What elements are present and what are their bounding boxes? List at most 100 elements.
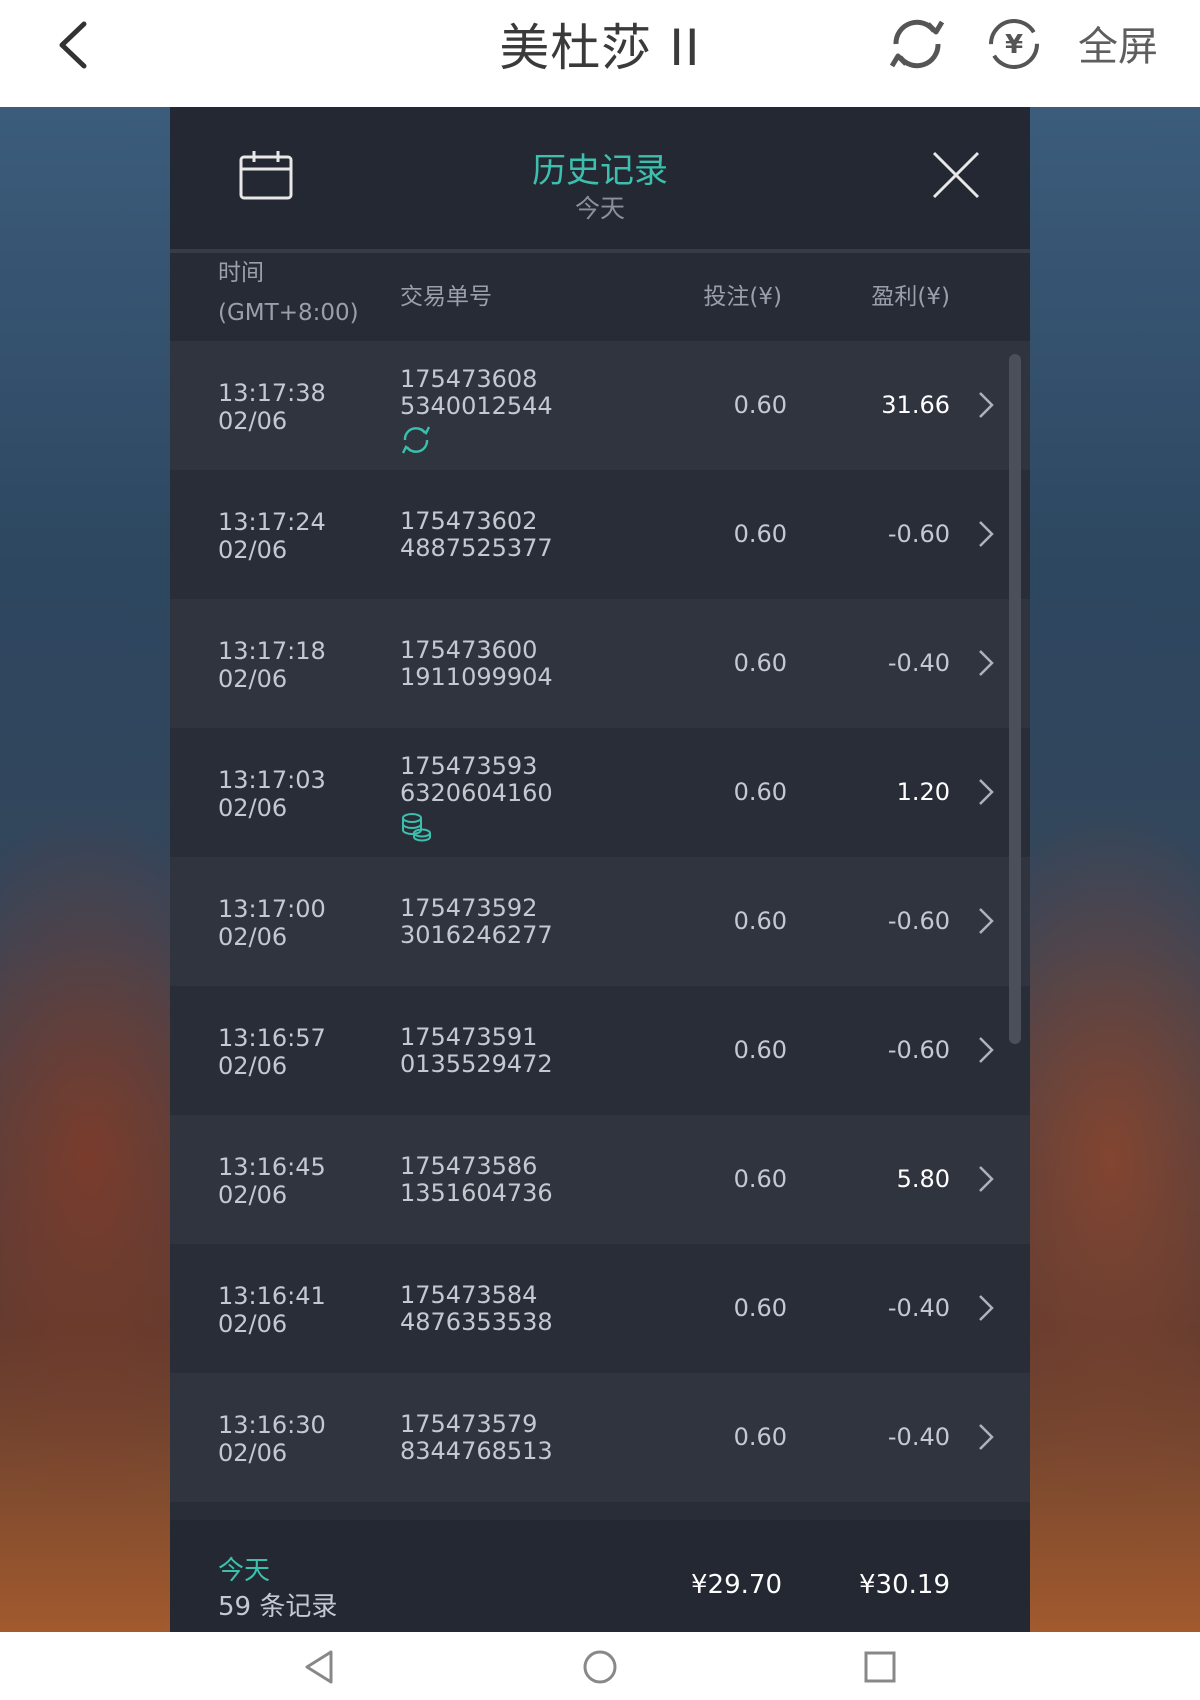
row-date: 02/06 [218, 1181, 288, 1209]
respin-icon [401, 426, 431, 454]
row-bet: 0.60 [733, 1423, 787, 1451]
history-row[interactable]: 13:16:30 02/06 175473579 8344768513 0.60… [170, 1373, 1030, 1502]
row-datetime: 13:17:38 02/06 [218, 379, 326, 435]
row-order-line1: 175473600 [400, 636, 538, 664]
history-panel: 历史记录 今天 时间 (GMT+8:00) 交易单号 投注(¥) 盈利(¥) 1… [170, 107, 1030, 1632]
history-row[interactable]: 13:17:18 02/06 175473600 1911099904 0.60… [170, 599, 1030, 728]
row-bet: 0.60 [733, 391, 787, 419]
row-order: 175473579 8344768513 [400, 1411, 553, 1465]
history-row[interactable]: 13:16:57 02/06 175473591 0135529472 0.60… [170, 986, 1030, 1115]
nav-back-icon[interactable] [301, 1648, 339, 1686]
row-order-line1: 175473602 [400, 507, 538, 535]
close-icon[interactable] [930, 149, 982, 201]
row-order-line1: 175473608 [400, 365, 538, 393]
row-bet: 0.60 [733, 778, 787, 806]
nav-recents-icon[interactable] [861, 1648, 899, 1686]
fullscreen-button[interactable]: 全屏 [1078, 14, 1158, 72]
row-profit: -0.60 [887, 1036, 950, 1064]
chevron-right-icon [979, 392, 994, 418]
history-list[interactable]: 13:17:38 02/06 175473608 5340012544 0.60… [170, 341, 1030, 1627]
refresh-icon[interactable] [884, 14, 950, 74]
panel-title: 历史记录 [532, 151, 668, 191]
chevron-right-icon [979, 1295, 994, 1321]
row-bet: 0.60 [733, 520, 787, 548]
row-profit: -0.60 [887, 907, 950, 935]
row-date: 02/06 [218, 536, 288, 564]
row-profit: 1.20 [896, 778, 950, 806]
svg-text:¥: ¥ [1005, 30, 1023, 60]
row-bet: 0.60 [733, 1294, 787, 1322]
row-profit: 5.80 [896, 1165, 950, 1193]
row-bet: 0.60 [733, 1036, 787, 1064]
row-datetime: 13:16:57 02/06 [218, 1024, 326, 1080]
row-date: 02/06 [218, 1439, 288, 1467]
row-datetime: 13:17:18 02/06 [218, 637, 326, 693]
yuan-switch-icon[interactable]: ¥ [986, 15, 1042, 73]
row-datetime: 13:16:45 02/06 [218, 1153, 326, 1209]
history-row[interactable]: 13:17:03 02/06 175473593 6320604160 0.60… [170, 728, 1030, 857]
row-datetime: 13:17:00 02/06 [218, 895, 326, 951]
chevron-right-icon [979, 521, 994, 547]
row-order-line2: 6320604160 [400, 779, 553, 807]
row-date: 02/06 [218, 1052, 288, 1080]
chevron-right-icon [979, 650, 994, 676]
row-order: 175473608 5340012544 [400, 366, 553, 456]
row-datetime: 13:16:41 02/06 [218, 1282, 326, 1338]
row-order: 175473593 6320604160 [400, 753, 553, 843]
history-row[interactable]: 13:17:00 02/06 175473592 3016246277 0.60… [170, 857, 1030, 986]
row-order-line2: 3016246277 [400, 921, 553, 949]
row-order-line2: 4876353538 [400, 1308, 553, 1336]
row-order: 175473600 1911099904 [400, 637, 553, 691]
footer-period: 今天 [218, 1556, 271, 1586]
history-row[interactable]: 13:17:38 02/06 175473608 5340012544 0.60… [170, 341, 1030, 470]
row-profit: -0.40 [887, 1294, 950, 1322]
chevron-right-icon [979, 779, 994, 805]
footer-total-profit: ¥30.19 [859, 1570, 950, 1600]
summary-footer: 今天 59 条记录 ¥29.70 ¥30.19 [170, 1520, 1030, 1632]
row-profit: -0.40 [887, 649, 950, 677]
row-profit: 31.66 [881, 391, 950, 419]
row-datetime: 13:16:30 02/06 [218, 1411, 326, 1467]
row-datetime: 13:17:24 02/06 [218, 508, 326, 564]
row-order: 175473591 0135529472 [400, 1024, 553, 1078]
footer-total-bet: ¥29.70 [691, 1570, 782, 1600]
row-time: 13:17:00 [218, 895, 326, 923]
panel-subtitle: 今天 [574, 194, 625, 223]
scrollbar[interactable] [1009, 354, 1021, 1044]
row-order-line2: 4887525377 [400, 534, 553, 562]
row-date: 02/06 [218, 407, 288, 435]
row-date: 02/06 [218, 1310, 288, 1338]
row-time: 13:16:30 [218, 1411, 326, 1439]
history-row[interactable]: 13:17:24 02/06 175473602 4887525377 0.60… [170, 470, 1030, 599]
column-header-timezone: (GMT+8:00) [218, 300, 359, 326]
row-order-line1: 175473592 [400, 894, 538, 922]
row-date: 02/06 [218, 665, 288, 693]
row-time: 13:16:41 [218, 1282, 326, 1310]
row-order-line1: 175473586 [400, 1152, 538, 1180]
row-order-line2: 1351604736 [400, 1179, 553, 1207]
top-bar: 美杜莎 II ¥ 全屏 [0, 0, 1200, 107]
panel-header: 历史记录 今天 [170, 107, 1030, 249]
column-header-order: 交易单号 [400, 284, 492, 310]
chevron-right-icon [979, 908, 994, 934]
chevron-right-icon [979, 1037, 994, 1063]
chevron-right-icon [979, 1424, 994, 1450]
history-row[interactable]: 13:16:41 02/06 175473584 4876353538 0.60… [170, 1244, 1030, 1373]
row-time: 13:17:18 [218, 637, 326, 665]
row-profit: -0.60 [887, 520, 950, 548]
history-row[interactable]: 13:16:45 02/06 175473586 1351604736 0.60… [170, 1115, 1030, 1244]
column-header-bet: 投注(¥) [703, 284, 782, 310]
row-bet: 0.60 [733, 907, 787, 935]
system-nav-bar [0, 1632, 1200, 1700]
row-order-line2: 0135529472 [400, 1050, 553, 1078]
row-bet: 0.60 [733, 649, 787, 677]
row-time: 13:16:57 [218, 1024, 326, 1052]
row-order: 175473592 3016246277 [400, 895, 553, 949]
column-header-profit: 盈利(¥) [871, 284, 950, 310]
row-order-line1: 175473584 [400, 1281, 538, 1309]
row-time: 13:17:38 [218, 379, 326, 407]
nav-home-icon[interactable] [581, 1648, 619, 1686]
row-order-line2: 8344768513 [400, 1437, 553, 1465]
row-order: 175473586 1351604736 [400, 1153, 553, 1207]
row-order-line1: 175473593 [400, 752, 538, 780]
